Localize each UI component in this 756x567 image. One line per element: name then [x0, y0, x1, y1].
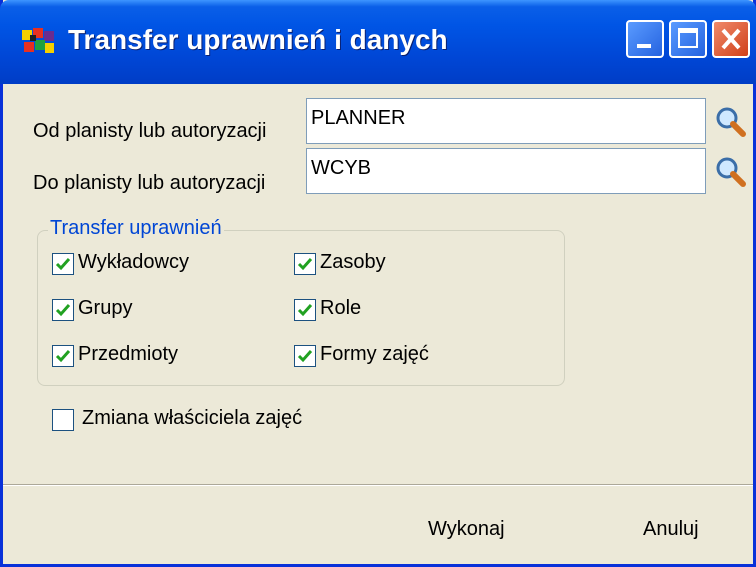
from-label: Od planisty lub autoryzacji — [33, 120, 267, 142]
checkbox-role[interactable] — [294, 299, 316, 321]
checkbox-label[interactable]: Role — [320, 297, 361, 320]
check-icon — [55, 258, 71, 271]
title-bar[interactable]: Transfer uprawnień i danych — [0, 0, 756, 84]
transfer-group: Transfer uprawnień Wykładowcy Zasoby Gru… — [37, 217, 565, 386]
execute-button[interactable]: Wykonaj — [428, 518, 505, 541]
checkbox-wykladowcy[interactable] — [52, 253, 74, 275]
check-icon — [55, 304, 71, 317]
owner-change-label[interactable]: Zmiana właściciela zajęć — [82, 407, 302, 430]
checkbox-label[interactable]: Wykładowcy — [78, 251, 189, 274]
check-icon — [297, 258, 313, 271]
check-icon — [297, 350, 313, 363]
to-label: Do planisty lub autoryzacji — [33, 172, 266, 194]
check-icon — [55, 350, 71, 363]
maximize-button[interactable] — [669, 20, 707, 58]
checkbox-label[interactable]: Przedmioty — [78, 343, 178, 366]
checkbox-grupy[interactable] — [52, 299, 74, 321]
checkbox-formy-zajec[interactable] — [294, 345, 316, 367]
checkbox-zasoby[interactable] — [294, 253, 316, 275]
magnifier-icon[interactable] — [714, 105, 748, 139]
checkbox-przedmioty[interactable] — [52, 345, 74, 367]
close-icon — [721, 28, 741, 50]
check-icon — [297, 304, 313, 317]
checkbox-label[interactable]: Zasoby — [320, 251, 386, 274]
magnifier-icon[interactable] — [714, 155, 748, 189]
maximize-icon — [678, 28, 698, 48]
transfer-group-legend: Transfer uprawnień — [48, 217, 224, 240]
minimize-icon — [637, 44, 651, 48]
checkbox-owner-change[interactable] — [52, 409, 74, 431]
from-planner-field[interactable]: PLANNER — [306, 98, 706, 144]
to-planner-field[interactable]: WCYB — [306, 148, 706, 194]
checkbox-label[interactable]: Grupy — [78, 297, 132, 320]
dialog-window: Transfer uprawnień i danych Od planisty … — [0, 0, 756, 567]
window-title: Transfer uprawnień i danych — [68, 24, 448, 55]
checkbox-label[interactable]: Formy zajęć — [320, 343, 429, 366]
cancel-button[interactable]: Anuluj — [643, 518, 699, 541]
scheduler-app-icon — [22, 28, 54, 53]
close-button[interactable] — [712, 20, 750, 58]
minimize-button[interactable] — [626, 20, 664, 58]
footer-separator — [3, 484, 753, 485]
